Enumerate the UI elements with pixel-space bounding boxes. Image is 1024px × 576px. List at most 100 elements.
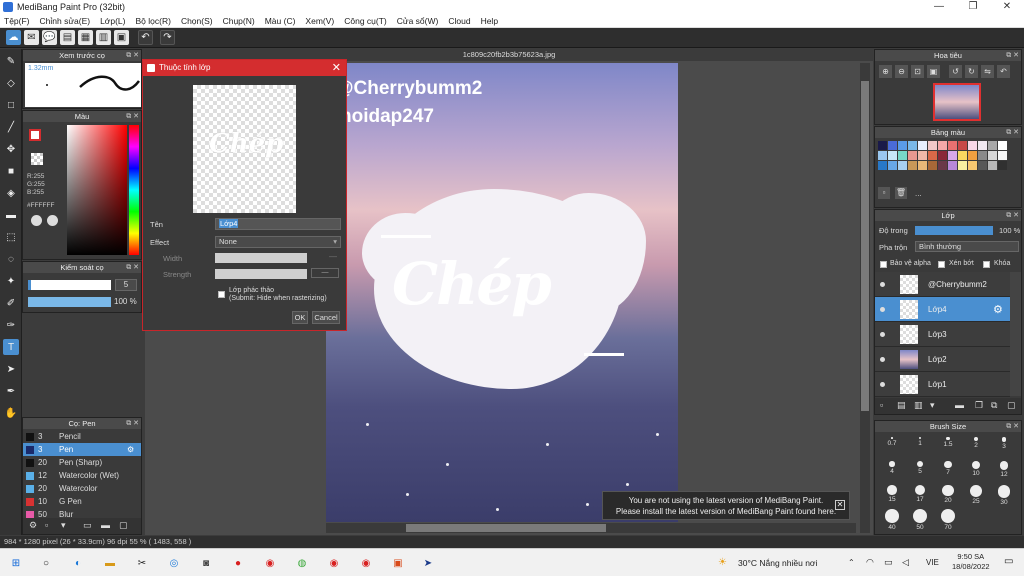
brush-size-value[interactable]: 5: [115, 279, 137, 291]
explorer-icon[interactable]: ▬: [102, 555, 118, 571]
palette-swatch[interactable]: [878, 141, 887, 150]
palette-swatch[interactable]: [888, 141, 897, 150]
palette-swatch[interactable]: [918, 161, 927, 170]
volume-icon[interactable]: ◁: [902, 557, 909, 568]
panel-float-icon[interactable]: ⧉ ✕: [126, 418, 139, 429]
brush-folder-icon[interactable]: ▬: [101, 520, 110, 530]
layer-row[interactable]: @Cherrybumm2: [875, 272, 1010, 297]
panel-float-icon[interactable]: ⧉ ✕: [1006, 50, 1019, 61]
palette-swatch[interactable]: [918, 151, 927, 160]
layer-visibility-icon[interactable]: [880, 282, 885, 287]
navigator-thumbnail[interactable]: [933, 83, 981, 121]
lock-checkbox[interactable]: [983, 261, 990, 268]
palette-swatch[interactable]: [928, 141, 937, 150]
select-tool-icon[interactable]: ⬚: [3, 229, 19, 245]
brush-size-cell[interactable]: 0.7: [879, 435, 905, 457]
palette-swatch[interactable]: [978, 141, 987, 150]
grid-icon[interactable]: ▦: [78, 30, 93, 45]
select-pen-icon[interactable]: ✐: [3, 295, 19, 311]
actual-size-icon[interactable]: ▣: [927, 65, 940, 78]
saturation-value-picker[interactable]: [67, 125, 127, 255]
brush-size-cell[interactable]: 4: [879, 459, 905, 481]
palette-swatch[interactable]: [888, 151, 897, 160]
brush-size-cell[interactable]: 7: [935, 459, 961, 481]
palette-swatch[interactable]: [938, 151, 947, 160]
clipping-checkbox[interactable]: [938, 261, 945, 268]
strength-slider[interactable]: [215, 269, 307, 279]
palette-swatch[interactable]: [898, 151, 907, 160]
layer-row[interactable]: Lớp4 ⚙: [875, 297, 1010, 322]
brush-size-cell[interactable]: 10: [963, 459, 989, 481]
layer-row[interactable]: Lớp3: [875, 322, 1010, 347]
panel-float-icon[interactable]: ⧉ ✕: [126, 262, 139, 273]
layer-visibility-icon[interactable]: [880, 382, 885, 387]
battery-icon[interactable]: ▭: [884, 557, 893, 568]
cloud-icon[interactable]: ☁: [6, 30, 21, 45]
close-button[interactable]: ✕: [990, 0, 1024, 14]
operation-tool-icon[interactable]: ➤: [3, 361, 19, 377]
brush-copy-icon[interactable]: ▭: [83, 520, 92, 531]
foreground-color[interactable]: [29, 129, 41, 141]
palette-swatch[interactable]: [908, 161, 917, 170]
palette-more[interactable]: ...: [915, 189, 922, 198]
panel-icon[interactable]: ▤: [60, 30, 75, 45]
dialog-close-icon[interactable]: ✕: [332, 60, 341, 76]
palette-swatch[interactable]: [998, 161, 1007, 170]
layer-visibility-icon[interactable]: [880, 357, 885, 362]
panel-float-icon[interactable]: ⧉ ✕: [1006, 127, 1019, 138]
layer-row[interactable]: Lớp2: [875, 347, 1010, 372]
brush-gear-icon[interactable]: ⚙: [127, 443, 134, 456]
office-icon[interactable]: ▣: [390, 555, 406, 571]
minimize-button[interactable]: —: [922, 0, 956, 14]
notice-close-icon[interactable]: ✕: [835, 500, 845, 510]
layer-scrollbar[interactable]: [1010, 272, 1021, 396]
flip-icon[interactable]: ⇋: [981, 65, 994, 78]
new-halftone-layer-icon[interactable]: ▥: [914, 400, 923, 411]
rotate-left-icon[interactable]: ↺: [949, 65, 962, 78]
palette-swatch[interactable]: [988, 141, 997, 150]
start-icon[interactable]: ⊞: [8, 555, 24, 571]
brush-size-cell[interactable]: 70: [935, 507, 961, 531]
brush-size-cell[interactable]: 20: [935, 483, 961, 505]
panel-float-icon[interactable]: ⧉ ✕: [1006, 210, 1019, 221]
palette-swatch[interactable]: [888, 161, 897, 170]
horizontal-scrollbar[interactable]: [326, 523, 856, 533]
brush-size-slider[interactable]: [28, 280, 111, 290]
menu-tools[interactable]: Công cụ(T): [344, 16, 387, 26]
new-brush-icon[interactable]: ▫: [45, 520, 48, 530]
palette-swatch[interactable]: [948, 141, 957, 150]
brush-delete-icon[interactable]: ▢: [119, 520, 128, 531]
menu-select[interactable]: Chọn(S): [181, 16, 213, 26]
redo-icon[interactable]: ↷: [160, 30, 175, 45]
layer-folder-icon[interactable]: ▬: [955, 400, 964, 410]
panel-float-icon[interactable]: ⧉ ✕: [126, 111, 139, 122]
color-set-icon[interactable]: [47, 215, 58, 226]
brush-list-item[interactable]: 3 Pen ⚙: [23, 443, 141, 456]
palette-swatch[interactable]: [908, 151, 917, 160]
brush-list-item[interactable]: 12 Watercolor (Wet): [23, 469, 141, 482]
panel-float-icon[interactable]: ⧉ ✕: [1006, 421, 1019, 432]
zoom-in-icon[interactable]: ⊕: [879, 65, 892, 78]
palette-swatch[interactable]: [878, 161, 887, 170]
layer-opacity-slider[interactable]: [915, 226, 993, 235]
menu-window[interactable]: Cửa sổ(W): [397, 16, 439, 26]
brush-list-item[interactable]: 20 Pen (Sharp): [23, 456, 141, 469]
magic-wand-icon[interactable]: ✦: [3, 273, 19, 289]
brush-size-cell[interactable]: 40: [879, 507, 905, 531]
brush-size-cell[interactable]: 5: [907, 459, 933, 481]
wifi-icon[interactable]: ◠: [866, 557, 874, 568]
palette-swatch[interactable]: [988, 161, 997, 170]
camera-icon[interactable]: ◙: [198, 555, 214, 571]
brush-size-cell[interactable]: 1.5: [935, 435, 961, 457]
sketch-layer-checkbox[interactable]: [218, 291, 225, 298]
palette-delete-icon[interactable]: 🗑: [895, 187, 907, 199]
brush-size-cell[interactable]: 3: [991, 435, 1017, 457]
brush-size-cell[interactable]: 30: [991, 483, 1017, 506]
select-eraser-icon[interactable]: ✑: [3, 317, 19, 333]
speech-icon[interactable]: 💬: [42, 30, 57, 45]
palette-swatch[interactable]: [988, 151, 997, 160]
brush-tool-icon[interactable]: ✎: [3, 53, 19, 69]
brush-size-cell[interactable]: 1: [907, 435, 933, 457]
fit-icon[interactable]: ⊡: [911, 65, 924, 78]
hue-slider[interactable]: [129, 125, 139, 255]
